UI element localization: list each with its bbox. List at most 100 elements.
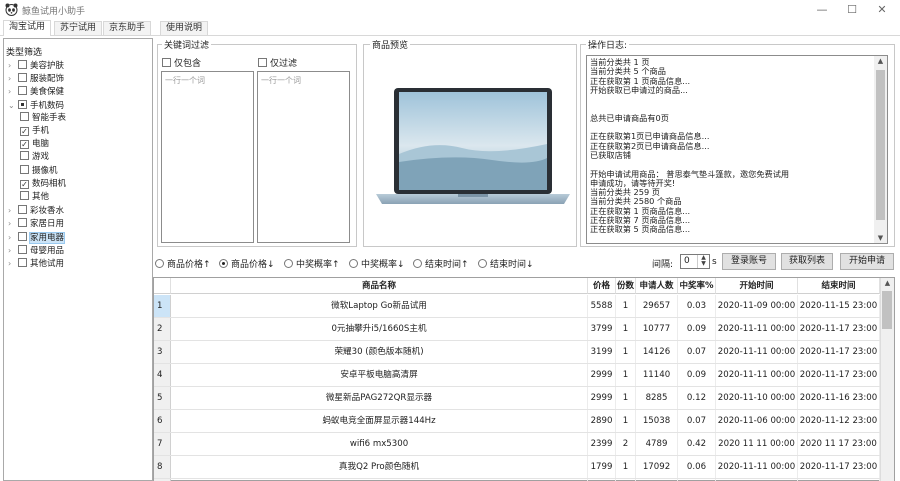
tree-item[interactable]: › 母婴用品 bbox=[8, 244, 64, 257]
table-row[interactable]: 2 0元抽攀升i5/1660S主机 3799 1 10777 0.09 2020-11-11… bbox=[154, 318, 880, 341]
tree-checkbox[interactable] bbox=[18, 99, 27, 109]
radio-circle-icon[interactable] bbox=[219, 259, 228, 268]
row-number[interactable]: 6 bbox=[154, 410, 171, 432]
column-header[interactable]: 价格 bbox=[588, 278, 616, 294]
row-number[interactable]: 8 bbox=[154, 456, 171, 478]
log-scrollbar[interactable]: ▲ ▼ bbox=[874, 56, 887, 243]
chevron-right-icon[interactable]: › bbox=[8, 257, 18, 270]
sort-radio[interactable]: 结束时间↑ bbox=[413, 257, 469, 270]
log-line: 正在获取第2页已申请商品信息... bbox=[590, 140, 710, 151]
table-row[interactable]: 7 wifi6 mx5300 2399 2 4789 0.42 2020 11 11 00:… bbox=[154, 433, 880, 456]
tree-checkbox[interactable] bbox=[20, 151, 29, 161]
include-keywords-textarea[interactable]: 一行一个词 bbox=[161, 71, 254, 243]
column-header[interactable]: 中奖率% bbox=[678, 278, 716, 294]
tab-jd[interactable]: 京东助手 bbox=[103, 21, 152, 35]
tree-item[interactable]: ✓ 手机 bbox=[20, 125, 49, 138]
tree-checkbox[interactable] bbox=[18, 218, 27, 228]
table-row[interactable]: 5 微星新品PAG272QR显示器 2999 1 8285 0.12 2020-11-10 … bbox=[154, 387, 880, 410]
tree-checkbox[interactable] bbox=[18, 73, 27, 83]
tree-checkbox[interactable] bbox=[18, 60, 27, 69]
tree-item[interactable]: › 服装配饰 bbox=[8, 72, 64, 85]
include-only-checkbox[interactable]: 仅包含 bbox=[162, 56, 201, 69]
radio-circle-icon[interactable] bbox=[284, 259, 293, 268]
sort-radio[interactable]: 商品价格↑ bbox=[155, 257, 211, 270]
table-row[interactable]: 1 微软Laptop Go新品试用 5588 1 29657 0.03 2020-11-09… bbox=[154, 295, 880, 318]
spin-down-icon[interactable]: ▼ bbox=[698, 261, 709, 267]
chevron-right-icon[interactable]: › bbox=[8, 231, 18, 244]
tree-item[interactable]: 智能手表 bbox=[20, 111, 66, 125]
column-header[interactable]: 开始时间 bbox=[716, 278, 798, 294]
tree-checkbox[interactable]: ✓ bbox=[20, 127, 29, 136]
sort-radio[interactable]: 中奖概率↓ bbox=[349, 257, 405, 270]
table-row[interactable]: 3 荣耀30 (颜色版本随机) 3199 1 14126 0.07 2020-11-11 0… bbox=[154, 341, 880, 364]
chevron-right-icon[interactable]: › bbox=[8, 72, 18, 85]
scroll-down-icon[interactable]: ▼ bbox=[874, 234, 887, 242]
table-row[interactable]: 8 真我Q2 Pro颜色随机 1799 1 17092 0.06 2020-11-11 00… bbox=[154, 456, 880, 479]
tree-checkbox[interactable]: ✓ bbox=[20, 179, 29, 189]
row-number[interactable]: 2 bbox=[154, 318, 171, 340]
tree-checkbox[interactable]: ✓ bbox=[20, 140, 29, 150]
tree-item[interactable]: ⌄ 手机数码 bbox=[8, 99, 64, 112]
tree-item[interactable]: ✓ 电脑 bbox=[20, 138, 49, 151]
row-number[interactable]: 4 bbox=[154, 364, 171, 386]
tree-checkbox[interactable] bbox=[20, 111, 29, 121]
maximize-button[interactable]: ☐ bbox=[837, 0, 867, 20]
close-button[interactable]: ✕ bbox=[867, 0, 897, 20]
chevron-right-icon[interactable]: › bbox=[8, 204, 18, 217]
row-number[interactable]: 7 bbox=[154, 433, 171, 455]
table-row[interactable]: 6 蚂蚁电竞全面屏显示器144Hz 2890 1 15038 0.07 2020-11-06… bbox=[154, 410, 880, 433]
table-row[interactable]: 4 安卓平板电脑高清屏 2999 1 11140 0.09 2020-11-11 00:00… bbox=[154, 364, 880, 387]
radio-circle-icon[interactable] bbox=[155, 259, 164, 268]
exclude-keywords-textarea[interactable]: 一行一个词 bbox=[257, 71, 350, 243]
table-scroll-thumb[interactable] bbox=[882, 291, 892, 329]
operation-log-textarea[interactable]: 当前分类共 1 页当前分类共 5 个商品 正在获取第 1 页商品信息... 开始获取… bbox=[586, 55, 888, 244]
tree-checkbox[interactable] bbox=[20, 164, 29, 174]
tree-item[interactable]: › 美容护肤 bbox=[8, 59, 64, 72]
row-number[interactable]: 5 bbox=[154, 387, 171, 409]
tree-checkbox[interactable] bbox=[18, 205, 27, 215]
tree-item[interactable]: 游戏 bbox=[20, 151, 49, 164]
chevron-right-icon[interactable]: › bbox=[8, 217, 18, 230]
start-apply-button[interactable]: 开始申请 bbox=[840, 253, 894, 270]
radio-circle-icon[interactable] bbox=[478, 259, 487, 268]
sort-radio[interactable]: 商品价格↓ bbox=[219, 257, 275, 270]
sort-radio[interactable]: 中奖概率↑ bbox=[284, 257, 340, 270]
chevron-down-icon[interactable]: ⌄ bbox=[8, 99, 18, 112]
table-scroll-up-icon[interactable]: ▲ bbox=[881, 279, 894, 287]
tree-item[interactable]: › 彩妆香水 bbox=[8, 204, 64, 217]
chevron-right-icon[interactable]: › bbox=[8, 244, 18, 257]
tab-instructions[interactable]: 使用说明 bbox=[160, 21, 209, 35]
tree-checkbox[interactable] bbox=[20, 191, 29, 200]
chevron-right-icon[interactable]: › bbox=[8, 85, 18, 98]
tree-checkbox[interactable] bbox=[18, 244, 27, 254]
tree-item[interactable]: 其他 bbox=[20, 191, 49, 204]
interval-spinner[interactable]: ▲ ▼ bbox=[697, 255, 709, 268]
row-number[interactable]: 3 bbox=[154, 341, 171, 363]
exclude-only-checkbox[interactable]: 仅过滤 bbox=[258, 56, 297, 69]
switch-account-button[interactable]: 登录账号 bbox=[722, 253, 776, 270]
sort-radio[interactable]: 结束时间↓ bbox=[478, 257, 534, 270]
scroll-up-icon[interactable]: ▲ bbox=[874, 57, 887, 65]
tree-item[interactable]: 摄像机 bbox=[20, 164, 58, 178]
tree-item[interactable]: › 家用电器 bbox=[8, 231, 66, 244]
column-header[interactable]: 商品名称 bbox=[171, 278, 588, 294]
row-number[interactable]: 1 bbox=[154, 295, 171, 317]
tree-item[interactable]: › 家居日用 bbox=[8, 217, 64, 230]
tree-item[interactable]: › 其他试用 bbox=[8, 257, 64, 270]
minimize-button[interactable]: — bbox=[807, 0, 837, 20]
tab-suning[interactable]: 苏宁试用 bbox=[54, 21, 103, 35]
chevron-right-icon[interactable]: › bbox=[8, 59, 18, 72]
tree-item[interactable]: ✓ 数码相机 bbox=[20, 178, 66, 191]
column-header[interactable]: 申请人数 bbox=[636, 278, 678, 294]
column-header[interactable]: 份数 bbox=[616, 278, 636, 294]
tree-checkbox[interactable] bbox=[18, 86, 27, 96]
column-header[interactable]: 结束时间 bbox=[798, 278, 880, 294]
radio-circle-icon[interactable] bbox=[413, 259, 422, 268]
tab-taobao[interactable]: 淘宝试用 bbox=[3, 20, 52, 36]
log-scroll-thumb[interactable] bbox=[876, 70, 885, 220]
radio-circle-icon[interactable] bbox=[349, 259, 358, 268]
get-list-button[interactable]: 获取列表 bbox=[781, 253, 833, 270]
tree-checkbox[interactable] bbox=[18, 231, 27, 241]
tree-checkbox[interactable] bbox=[18, 258, 27, 267]
tree-item[interactable]: › 美食保健 bbox=[8, 85, 64, 98]
